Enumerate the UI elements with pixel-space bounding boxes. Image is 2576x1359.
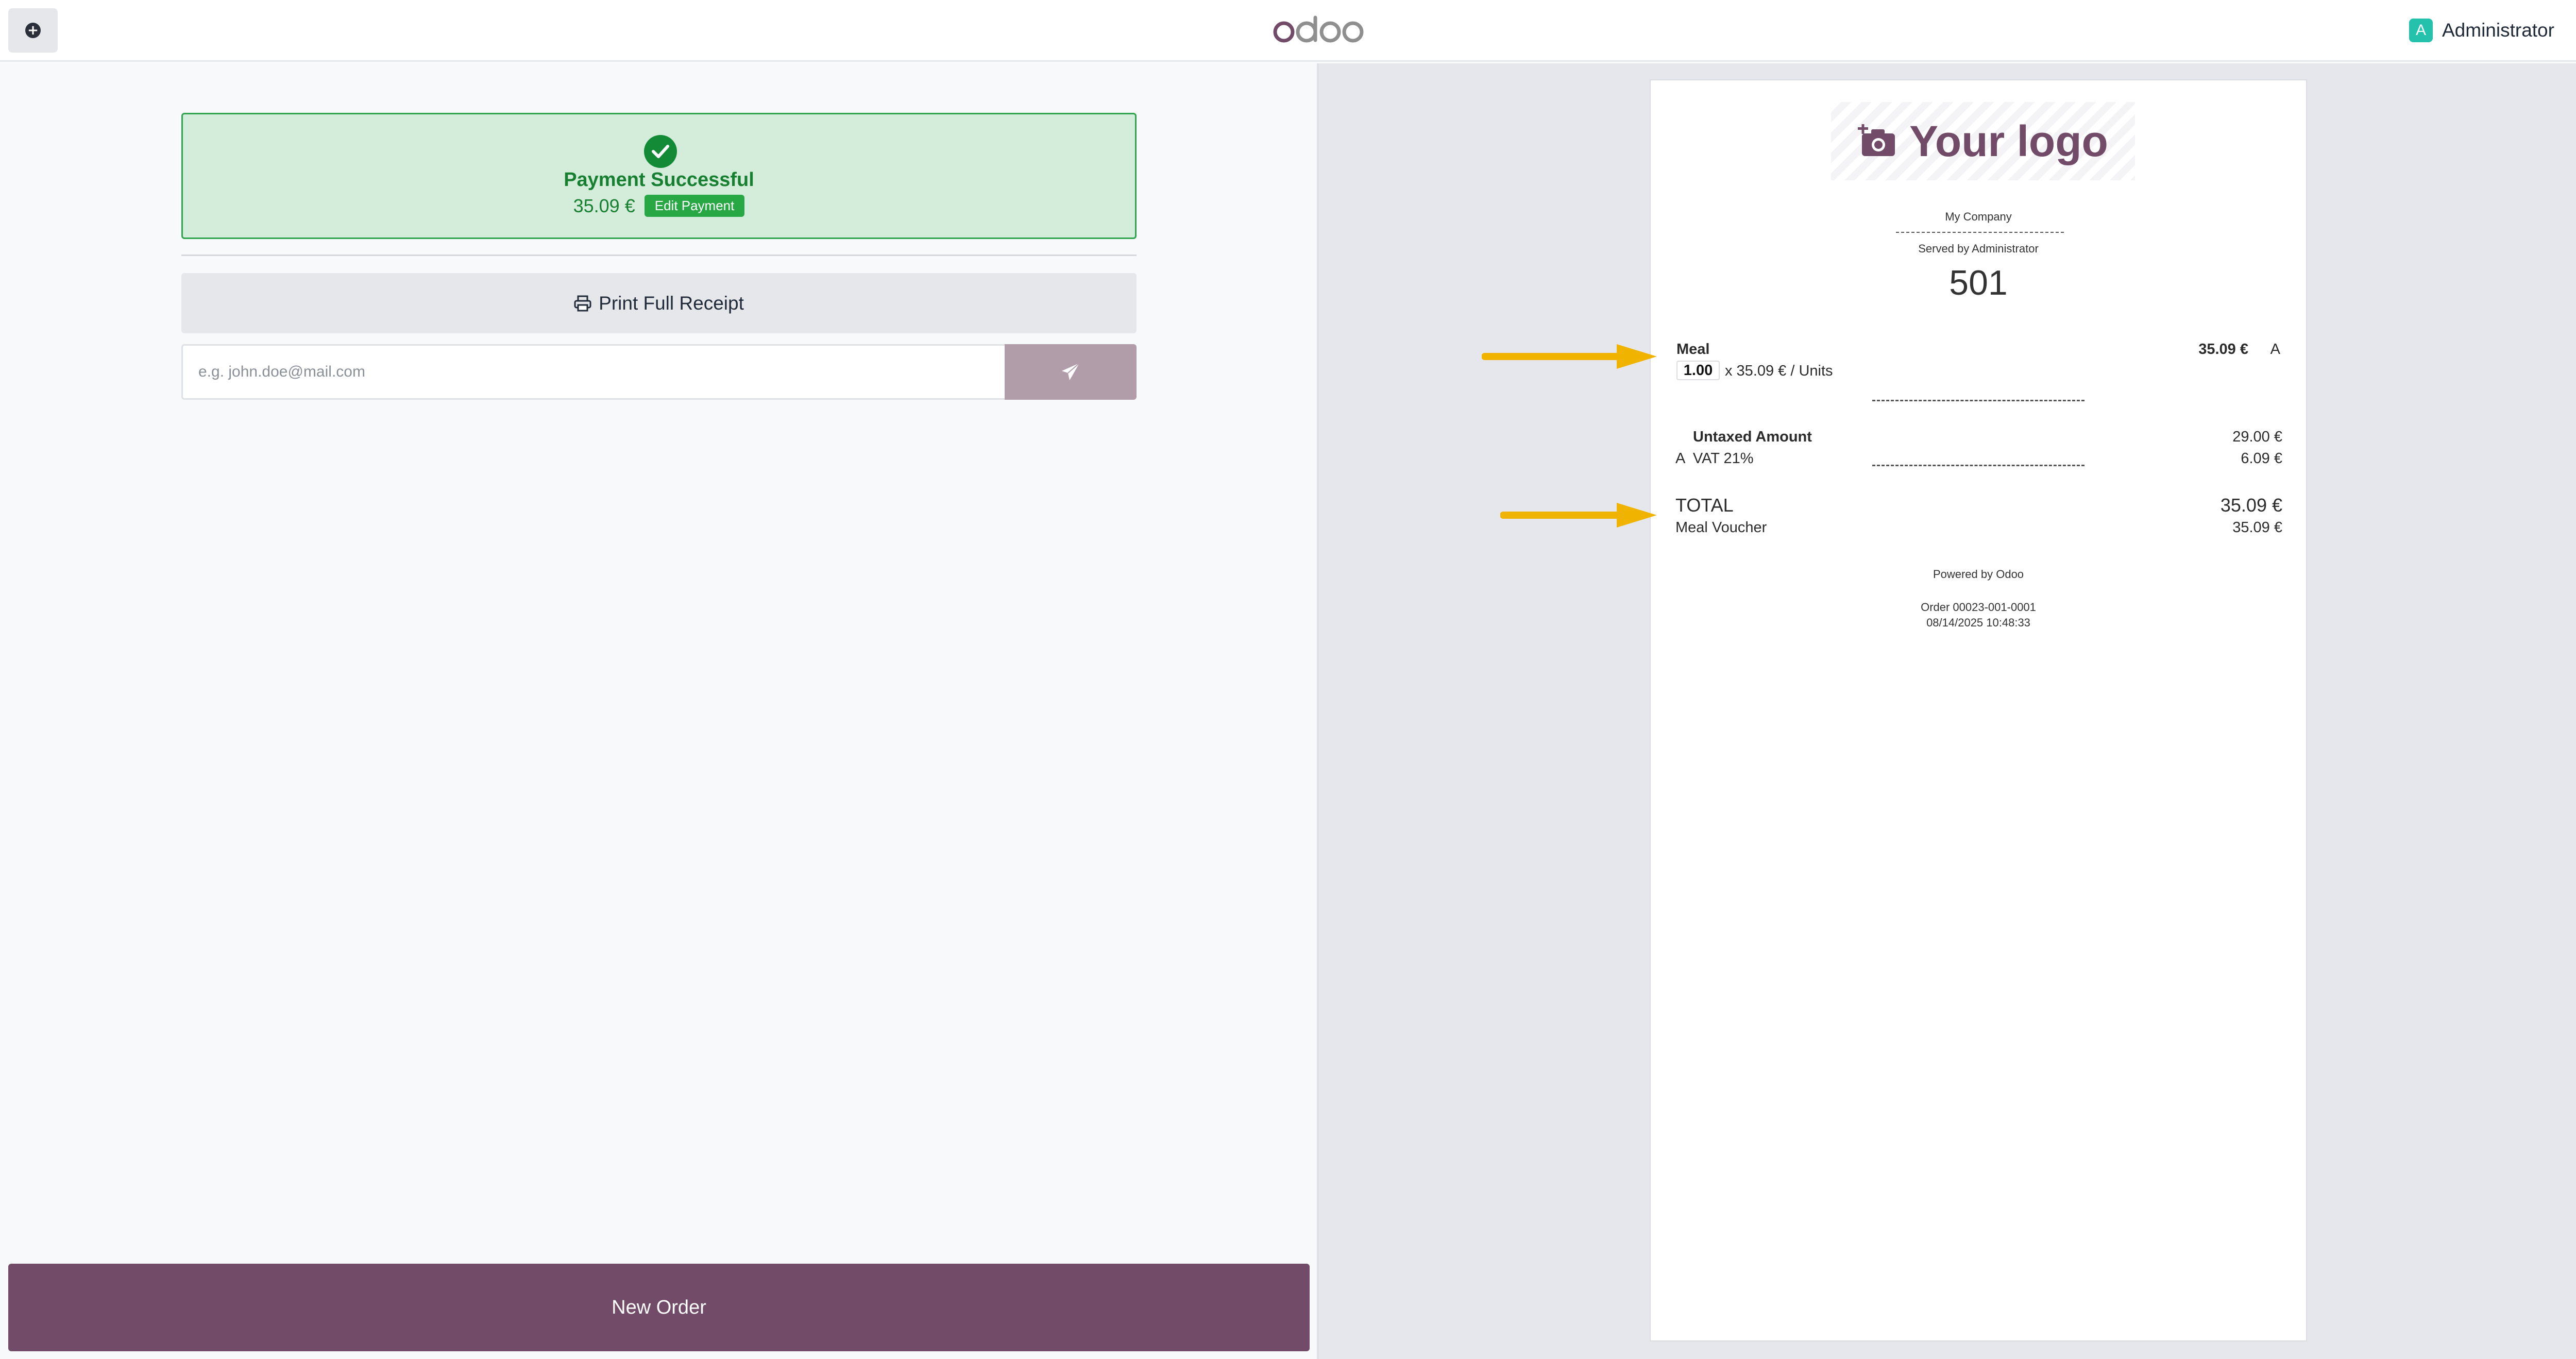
- payment-amount: 35.09 €: [573, 195, 635, 216]
- untaxed-amount-label: Untaxed Amount: [1693, 429, 1812, 445]
- top-bar: + A Administrator: [0, 0, 2576, 62]
- order-reference: Order 00023-001-0001: [1921, 601, 2036, 614]
- email-input[interactable]: [181, 344, 1005, 400]
- payment-method-amount: 35.09 €: [2232, 519, 2282, 536]
- new-tab-button[interactable]: +: [8, 8, 58, 53]
- email-receipt-group: [181, 344, 1137, 400]
- payment-status-title: Payment Successful: [564, 169, 754, 191]
- line-quantity: 1.00: [1676, 361, 1720, 380]
- user-menu[interactable]: A Administrator: [2409, 18, 2554, 43]
- total-label: TOTAL: [1675, 495, 1734, 516]
- vat-label: A VAT 21%: [1675, 450, 1754, 467]
- payment-screen-panel: Payment Successful 35.09 € Edit Payment …: [0, 63, 1317, 1359]
- printer-icon: [574, 295, 591, 311]
- payment-method-name: Meal Voucher: [1675, 519, 1767, 536]
- odoo-logo: [1273, 15, 1364, 43]
- print-full-receipt-button[interactable]: Print Full Receipt: [181, 273, 1137, 333]
- new-order-button[interactable]: New Order: [8, 1264, 1310, 1351]
- line-tax-code: A: [2270, 341, 2280, 358]
- company-logo-placeholder[interactable]: Your logo: [1831, 102, 2135, 180]
- vat-value: 6.09 €: [2241, 450, 2282, 467]
- payment-success-banner: Payment Successful 35.09 € Edit Payment: [181, 113, 1137, 239]
- check-circle-icon: [644, 135, 677, 168]
- order-datetime: 08/14/2025 10:48:33: [1926, 616, 2030, 629]
- edit-payment-button[interactable]: Edit Payment: [644, 195, 745, 217]
- line-unit-price: x 35.09 € / Units: [1725, 363, 1833, 379]
- line-price: 35.09 €: [2198, 341, 2248, 358]
- annotation-arrow-icon: [1482, 344, 1657, 369]
- order-number: 501: [1949, 263, 2008, 302]
- logo-placeholder-text: Your logo: [1909, 116, 2108, 165]
- divider: [181, 254, 1137, 256]
- annotation-arrow-icon: [1500, 503, 1657, 528]
- receipt-separator: [1872, 465, 2084, 466]
- add-photo-icon: [1858, 124, 1895, 156]
- user-name: Administrator: [2442, 20, 2554, 41]
- plus-circle-icon: +: [25, 23, 41, 38]
- avatar: A: [2409, 19, 2433, 42]
- untaxed-amount-value: 29.00 €: [2232, 429, 2282, 445]
- paper-plane-icon: [1062, 363, 1080, 380]
- send-email-button[interactable]: [1005, 344, 1137, 400]
- powered-by: Powered by Odoo: [1933, 568, 2024, 581]
- receipt: Your logo My Company Served by Administr…: [1650, 79, 2307, 1341]
- company-name: My Company: [1945, 210, 2012, 223]
- receipt-separator: [1896, 232, 2064, 233]
- line-product-name: Meal: [1676, 341, 1710, 358]
- total-value: 35.09 €: [2220, 495, 2282, 516]
- served-by: Served by Administrator: [1918, 242, 2039, 255]
- receipt-separator: [1872, 400, 2084, 401]
- print-button-label: Print Full Receipt: [599, 292, 744, 314]
